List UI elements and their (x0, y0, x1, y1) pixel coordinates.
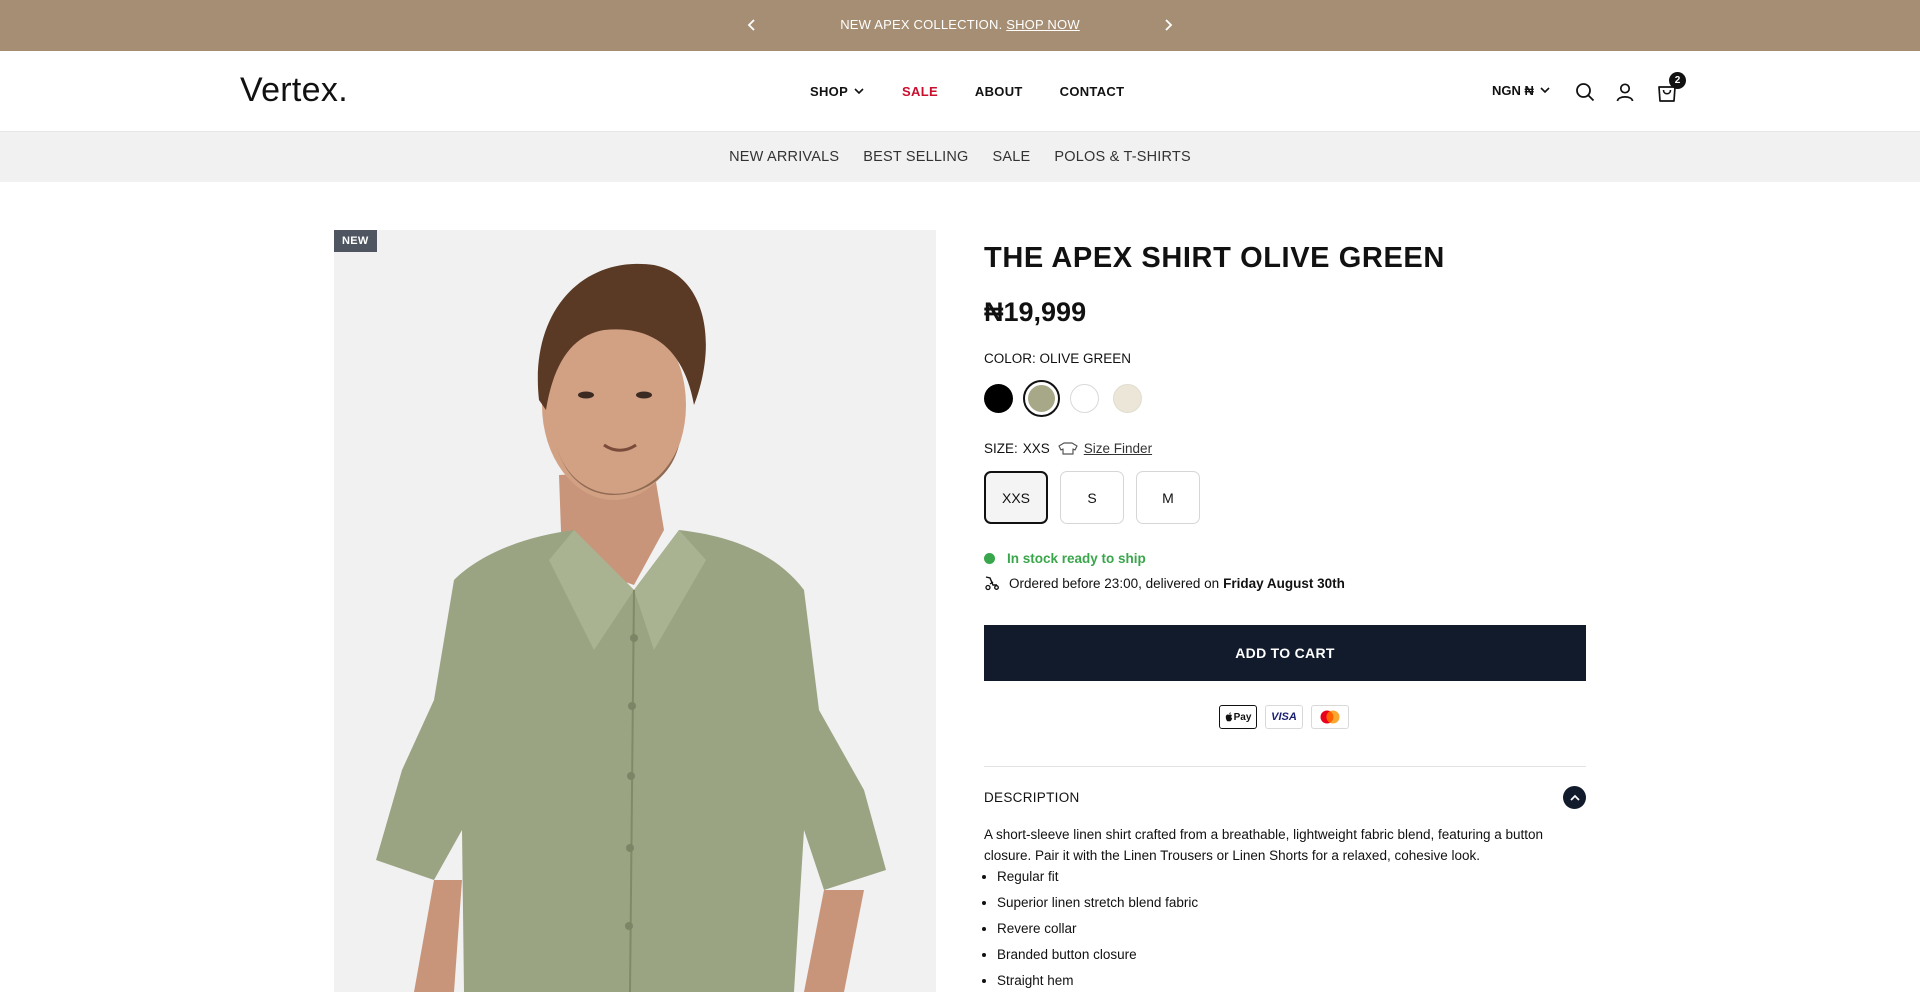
swatch-olive-green[interactable] (1023, 380, 1060, 417)
list-item: Straight hem (997, 970, 1577, 992)
nav-contact[interactable]: CONTACT (1060, 84, 1125, 99)
subnav-best-selling[interactable]: BEST SELLING (863, 149, 968, 165)
in-stock-dot-icon (984, 553, 995, 564)
nav-sale[interactable]: SALE (902, 84, 938, 99)
feature-list: Regular fit Superior linen stretch blend… (997, 866, 1577, 992)
new-badge: NEW (334, 230, 377, 252)
add-to-cart-button[interactable]: ADD TO CART (984, 625, 1586, 681)
currency-selector[interactable]: NGN ₦ (1492, 83, 1550, 98)
size-row: SIZE: XXS Size Finder (984, 441, 1152, 456)
list-item: Revere collar (997, 918, 1577, 944)
chevron-right-icon (1165, 19, 1173, 31)
size-options: XXS S M (984, 471, 1212, 524)
visa-icon: VISA (1265, 705, 1303, 729)
subnav-sale[interactable]: SALE (993, 149, 1031, 165)
description-heading: DESCRIPTION (984, 790, 1080, 805)
delivery-date: Friday August 30th (1223, 575, 1345, 591)
user-icon (1616, 83, 1634, 102)
size-option-s[interactable]: S (1060, 471, 1124, 524)
apple-pay-label: Pay (1233, 711, 1252, 723)
color-value: OLIVE GREEN (1039, 351, 1132, 366)
nav-about[interactable]: ABOUT (975, 84, 1023, 99)
shop-now-link[interactable]: SHOP NOW (1006, 17, 1080, 32)
stock-status: In stock ready to ship (984, 551, 1146, 566)
size-label: SIZE: (984, 441, 1018, 456)
announcement-text: NEW APEX COLLECTION. (840, 17, 1003, 32)
swatch-black[interactable] (984, 384, 1013, 413)
stock-text: In stock ready to ship (1007, 551, 1146, 566)
account-button[interactable] (1613, 80, 1637, 104)
description-text: A short-sleeve linen shirt crafted from … (984, 827, 1544, 863)
cart-count-badge: 2 (1669, 72, 1686, 89)
swatch-olive-green-fill (1028, 385, 1055, 412)
model-shirt-illustration (334, 230, 936, 992)
next-announcement-button[interactable] (1157, 14, 1179, 36)
color-label: COLOR: OLIVE GREEN (984, 351, 1131, 366)
nav-shop[interactable]: SHOP (810, 84, 864, 99)
chevron-down-icon (1540, 87, 1550, 94)
cart-button[interactable]: 2 (1655, 72, 1686, 104)
delivery-text: Ordered before 23:00, delivered on (1009, 575, 1220, 591)
site-logo[interactable]: Vertex. (240, 71, 348, 110)
color-swatches (984, 380, 1156, 417)
main-navigation: SHOP SALE ABOUT CONTACT (810, 84, 1124, 99)
category-navigation: NEW ARRIVALS BEST SELLING SALE POLOS & T… (0, 131, 1920, 182)
chevron-up-icon[interactable] (1563, 786, 1586, 809)
list-item: Branded button closure (997, 944, 1577, 970)
list-item: Regular fit (997, 866, 1577, 892)
site-header: Vertex. SHOP SALE ABOUT CONTACT NGN ₦ 2 (0, 51, 1920, 131)
apple-pay-icon: Pay (1219, 705, 1257, 729)
currency-label: NGN ₦ (1492, 83, 1534, 98)
mastercard-icon (1311, 705, 1349, 729)
subnav-polos-t-shirts[interactable]: POLOS & T-SHIRTS (1054, 149, 1190, 165)
nav-shop-label: SHOP (810, 84, 849, 99)
product-title: THE APEX SHIRT OLIVE GREEN (984, 242, 1445, 274)
size-value: XXS (1022, 441, 1050, 456)
swatch-beige[interactable] (1113, 384, 1142, 413)
size-option-xxs[interactable]: XXS (984, 471, 1048, 524)
search-icon (1576, 83, 1595, 102)
payment-methods: Pay VISA (1219, 705, 1357, 729)
description-accordion-header[interactable]: DESCRIPTION (984, 786, 1586, 809)
announcement-message: NEW APEX COLLECTION. SHOP NOW (0, 17, 1920, 32)
color-label-prefix: COLOR: (984, 351, 1036, 366)
size-finder-link[interactable]: Size Finder (1058, 441, 1152, 456)
divider (984, 766, 1586, 767)
size-option-m[interactable]: M (1136, 471, 1200, 524)
search-button[interactable] (1573, 80, 1597, 104)
shirt-icon (1058, 442, 1078, 455)
list-item: Superior linen stretch blend fabric (997, 892, 1577, 918)
size-finder-label: Size Finder (1083, 441, 1153, 456)
product-price: ₦19,999 (984, 297, 1087, 327)
announcement-bar: NEW APEX COLLECTION. SHOP NOW (0, 0, 1920, 51)
product-image[interactable] (334, 230, 936, 992)
swatch-white[interactable] (1070, 384, 1099, 413)
subnav-new-arrivals[interactable]: NEW ARRIVALS (729, 149, 839, 165)
scooter-icon (984, 575, 1000, 591)
delivery-info: Ordered before 23:00, delivered on Frida… (984, 575, 1345, 591)
chevron-down-icon (854, 88, 864, 95)
